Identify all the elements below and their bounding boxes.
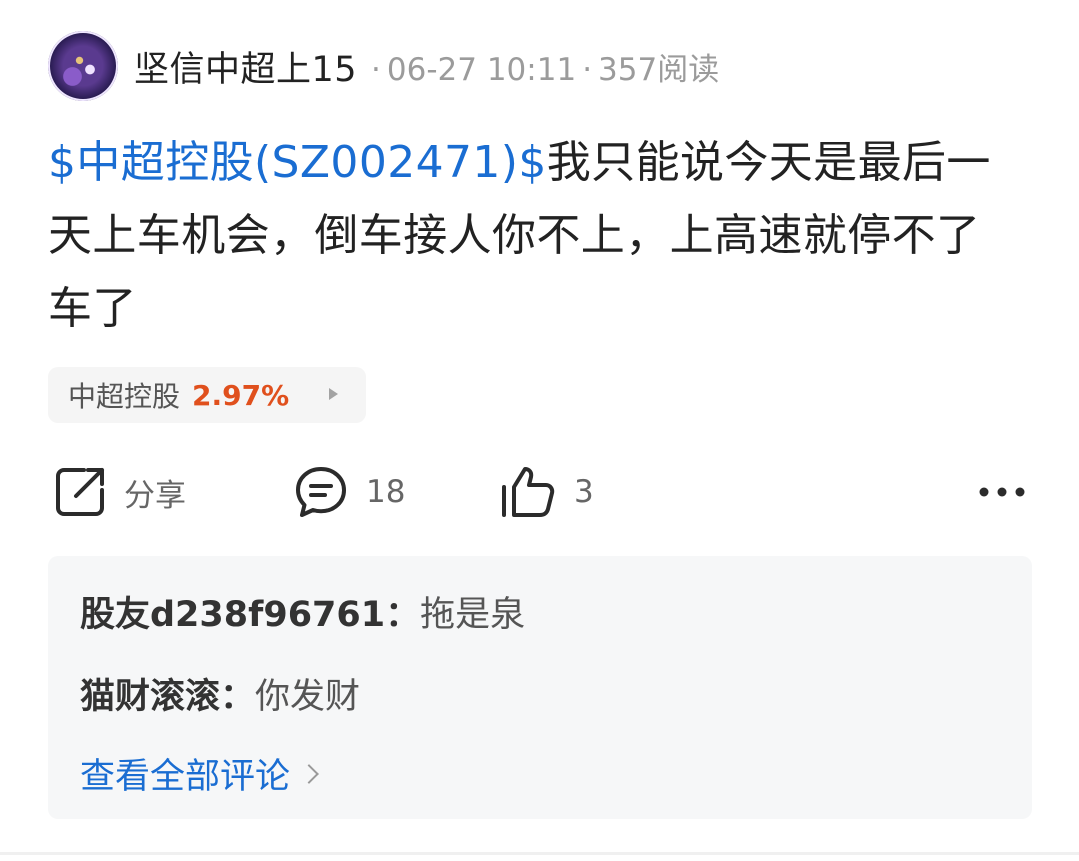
comment-preview: 股友d238f96761：拖是泉 猫财滚滚：你发财 查看全部评论 <box>48 556 1032 819</box>
stock-chip-change: 2.97% <box>192 378 290 412</box>
like-button[interactable]: 3 <box>498 460 594 524</box>
comment-user[interactable]: 猫财滚滚： <box>80 677 255 717</box>
stock-link[interactable]: $中超控股(SZ002471)$ <box>48 137 547 188</box>
avatar[interactable] <box>48 31 118 101</box>
comment-text: 拖是泉 <box>420 595 526 635</box>
share-label: 分享 <box>124 477 186 514</box>
action-bar: 分享 18 3 <box>0 460 1079 524</box>
stock-chip-name: 中超控股 <box>68 380 181 413</box>
post-content: $中超控股(SZ002471)$我只能说今天是最后一天上车机会，倒车接人你不上，… <box>48 126 1023 345</box>
comment-count: 18 <box>366 474 406 510</box>
view-all-comments-link[interactable]: 查看全部评论 <box>80 748 319 799</box>
comment-button[interactable]: 18 <box>294 460 405 524</box>
share-button[interactable]: 分享 <box>54 460 186 524</box>
thumbs-up-icon <box>502 467 555 517</box>
stock-chip[interactable]: 中超控股 2.97% <box>48 367 366 423</box>
comment-item[interactable]: 猫财滚滚：你发财 <box>80 668 360 719</box>
caret-right-icon <box>329 388 338 400</box>
view-all-comments-label: 查看全部评论 <box>80 757 291 797</box>
post-meta: · 06-27 10:11 · 357阅读 <box>365 44 719 89</box>
comment-user[interactable]: 股友d238f96761： <box>80 595 420 635</box>
comment-item[interactable]: 股友d238f96761：拖是泉 <box>80 586 525 637</box>
like-count: 3 <box>574 474 594 510</box>
meta-separator: · <box>582 51 593 88</box>
post-header: 坚信中超上15 · 06-27 10:11 · 357阅读 <box>48 30 719 102</box>
share-icon <box>56 468 104 516</box>
more-dots-icon <box>979 487 1025 497</box>
divider <box>0 852 1079 855</box>
comment-text: 你发财 <box>255 677 361 717</box>
more-button[interactable] <box>978 460 1026 524</box>
comment-icon <box>296 467 346 517</box>
chevron-right-icon <box>299 763 319 784</box>
post-date: 06-27 10:11 <box>386 51 577 88</box>
author-name[interactable]: 坚信中超上15 <box>134 41 357 92</box>
read-count: 357阅读 <box>598 51 720 88</box>
meta-separator: · <box>371 51 381 88</box>
